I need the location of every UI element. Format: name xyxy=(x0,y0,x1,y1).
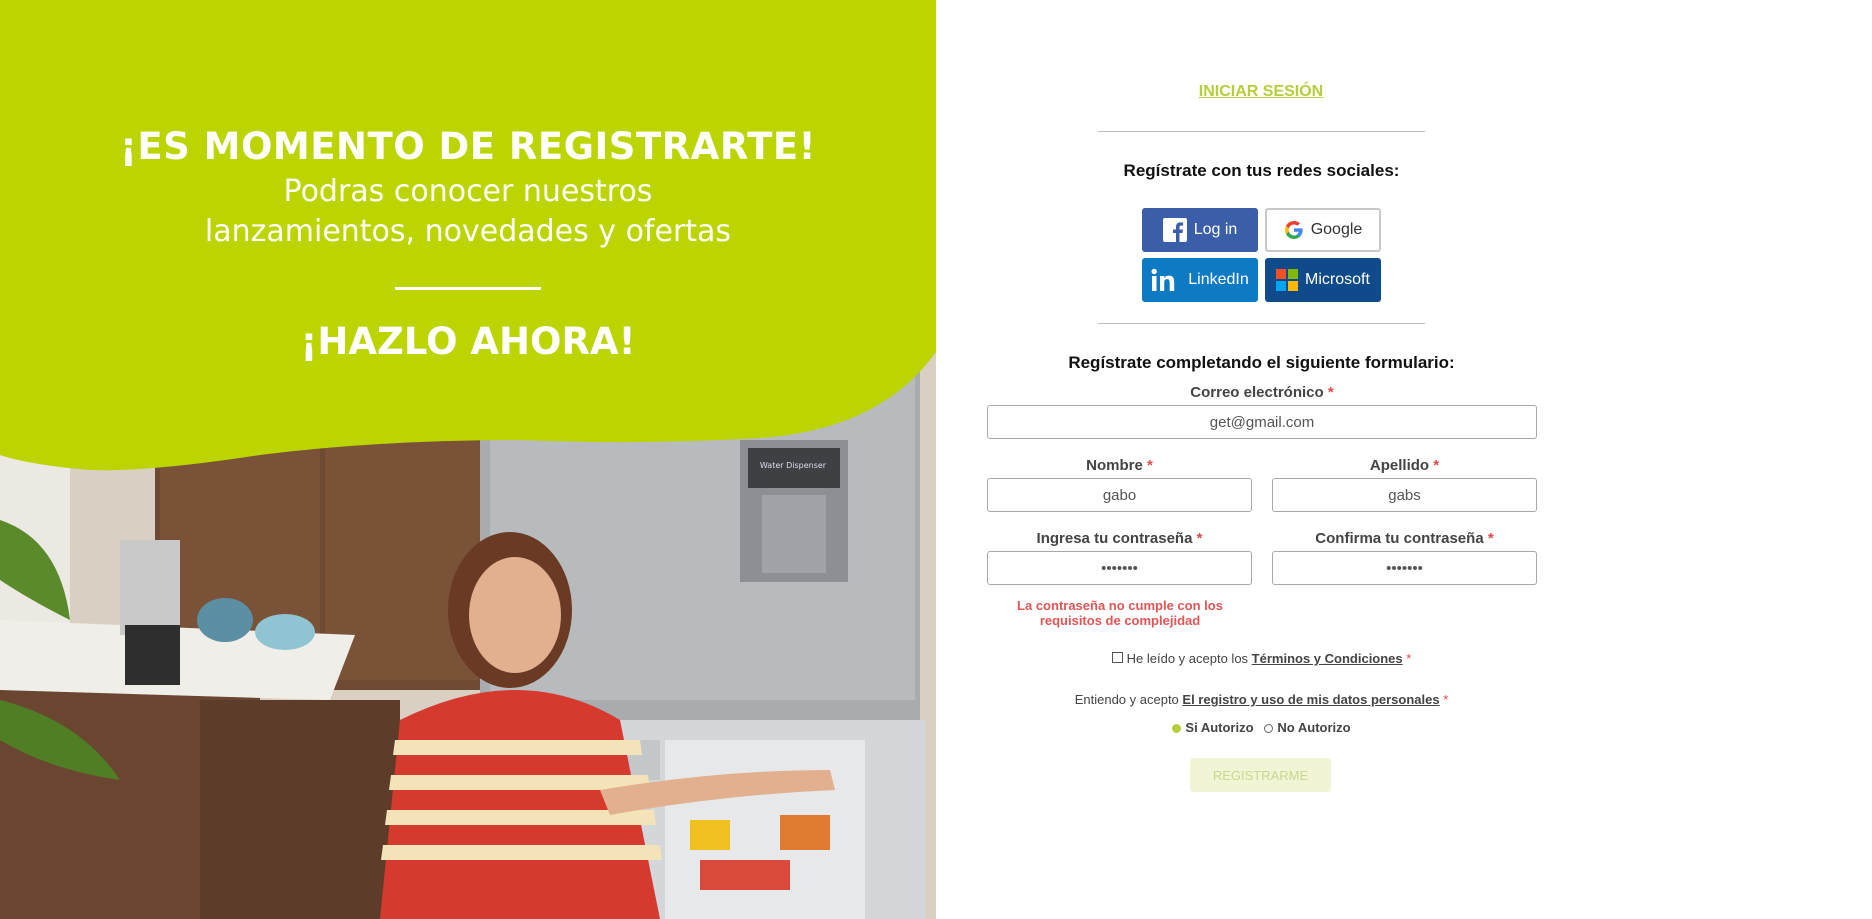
authorize-yes-label: Si Autorizo xyxy=(1185,720,1254,735)
email-label-text: Correo electrónico xyxy=(1190,384,1324,401)
login-link[interactable]: INICIAR SESIÓN xyxy=(1061,83,1461,101)
hero-divider xyxy=(395,287,541,290)
microsoft-label: Microsoft xyxy=(1305,271,1370,288)
email-required-mark: * xyxy=(1327,384,1334,401)
first-name-label-text: Nombre xyxy=(1086,457,1143,474)
authorize-no-option[interactable]: No Autorizo xyxy=(1264,720,1351,735)
microsoft-icon xyxy=(1276,269,1299,291)
last-name-label: Apellido * xyxy=(1272,457,1537,474)
hero-subtitle-line2: lanzamientos, novedades y ofertas xyxy=(204,214,732,249)
authorize-no-label: No Autorizo xyxy=(1277,720,1351,735)
facebook-icon xyxy=(1162,218,1187,242)
first-name-field[interactable] xyxy=(987,478,1252,512)
email-field[interactable] xyxy=(987,405,1537,439)
email-label: Correo electrónico * xyxy=(987,384,1537,401)
hero-cta: ¡HAZLO AHORA! xyxy=(300,320,636,363)
last-name-field[interactable] xyxy=(1272,478,1537,512)
google-login-button[interactable]: Google xyxy=(1265,208,1381,252)
authorize-no-radio[interactable] xyxy=(1264,724,1274,733)
terms-checkbox[interactable] xyxy=(1111,652,1123,663)
linkedin-icon xyxy=(1151,268,1181,292)
linkedin-login-button[interactable]: LinkedIn xyxy=(1142,258,1258,302)
facebook-label: Log in xyxy=(1193,221,1238,238)
linkedin-label: LinkedIn xyxy=(1188,271,1249,288)
confirm-password-field[interactable] xyxy=(1272,551,1537,585)
microsoft-login-button[interactable]: Microsoft xyxy=(1265,258,1381,302)
hero-banner: Water Dispenser ¡ES MOMENTO DE REGISTRAR… xyxy=(0,0,936,919)
password-required-mark: * xyxy=(1196,530,1203,547)
password-error-message: La contraseña no cumple con los requisit… xyxy=(1017,598,1223,628)
last-name-label-text: Apellido xyxy=(1369,457,1430,474)
password-label: Ingresa tu contraseña * xyxy=(987,530,1252,547)
terms-row: He leído y acepto los Términos y Condici… xyxy=(1000,651,1523,666)
social-title: Regístrate con tus redes sociales: xyxy=(1123,161,1400,180)
confirm-password-label-text: Confirma tu contraseña xyxy=(1315,530,1484,547)
divider-bottom xyxy=(1098,323,1425,324)
data-consent-required-mark: * xyxy=(1443,692,1449,707)
register-button[interactable]: REGISTRARME xyxy=(1190,758,1331,792)
authorize-yes-radio[interactable] xyxy=(1172,724,1182,733)
authorization-radio-group: Si Autorizo No Autorizo xyxy=(1000,720,1523,735)
hero-subtitle: Podras conocer nuestros lanzamientos, no… xyxy=(0,172,936,252)
data-consent-link[interactable]: El registro y uso de mis datos personale… xyxy=(1182,692,1439,707)
hero-title: ¡ES MOMENTO DE REGISTRARTE! xyxy=(119,125,817,168)
data-consent-prefix: Entiendo y acepto xyxy=(1074,692,1179,707)
authorize-yes-option[interactable]: Si Autorizo xyxy=(1172,720,1257,735)
google-label: Google xyxy=(1310,221,1363,238)
last-name-required-mark: * xyxy=(1433,457,1440,474)
confirm-password-label: Confirma tu contraseña * xyxy=(1272,530,1537,547)
terms-link[interactable]: Términos y Condiciones xyxy=(1252,651,1403,666)
terms-required-mark: * xyxy=(1406,651,1412,666)
password-field[interactable] xyxy=(987,551,1252,585)
data-consent-row: Entiendo y acepto El registro y uso de m… xyxy=(1000,692,1523,707)
first-name-label: Nombre * xyxy=(987,457,1252,474)
google-icon xyxy=(1284,220,1304,240)
divider-top xyxy=(1098,131,1425,132)
confirm-password-required-mark: * xyxy=(1487,530,1494,547)
terms-prefix: He leído y acepto los xyxy=(1126,651,1249,666)
first-name-required-mark: * xyxy=(1147,457,1153,474)
form-title: Regístrate completando el siguiente form… xyxy=(1068,353,1455,372)
dispenser-label: Water Dispenser xyxy=(760,461,827,470)
hero-subtitle-line1: Podras conocer nuestros xyxy=(283,174,653,209)
facebook-login-button[interactable]: Log in xyxy=(1142,208,1258,252)
password-label-text: Ingresa tu contraseña xyxy=(1036,530,1193,547)
